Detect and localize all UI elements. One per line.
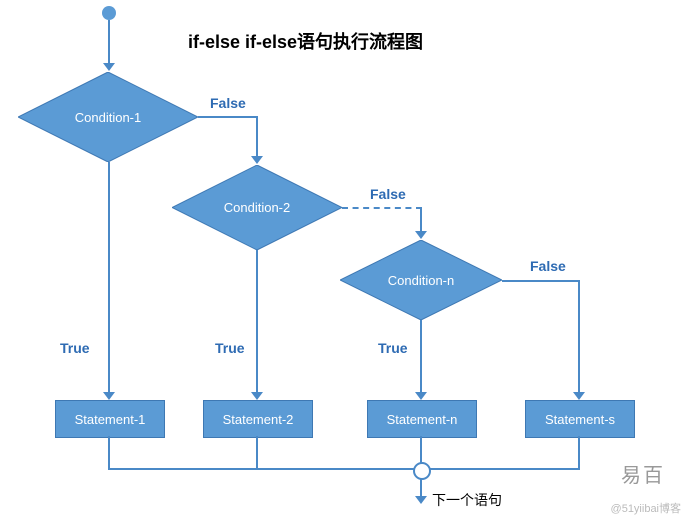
connector <box>420 320 422 394</box>
connector <box>198 116 258 118</box>
flowchart-canvas: if-else if-else语句执行流程图 Condition-1 False… <box>0 0 685 518</box>
connector <box>578 280 580 394</box>
arrow-down-icon <box>103 63 115 71</box>
arrow-down-icon <box>573 392 585 400</box>
arrow-down-icon <box>251 156 263 164</box>
true-label: True <box>215 340 245 356</box>
arrow-down-icon <box>415 231 427 239</box>
connector <box>108 162 110 394</box>
connector-dashed <box>342 207 422 209</box>
connector <box>256 116 258 158</box>
arrow-down-icon <box>415 496 427 504</box>
statement-n-node: Statement-n <box>367 400 477 438</box>
condition-n-label: Condition-n <box>388 273 455 288</box>
connector <box>256 436 258 470</box>
arrow-down-icon <box>415 392 427 400</box>
start-node <box>102 6 116 20</box>
connector <box>108 436 110 470</box>
url-watermark: @51yiibai博客 <box>611 500 681 516</box>
true-label: True <box>378 340 408 356</box>
condition-2-node: Condition-2 <box>172 165 342 250</box>
arrow-down-icon <box>251 392 263 400</box>
statement-1-node: Statement-1 <box>55 400 165 438</box>
connector <box>578 436 580 470</box>
condition-1-label: Condition-1 <box>75 110 142 125</box>
connector <box>502 280 580 282</box>
connector <box>420 207 422 233</box>
statement-s-node: Statement-s <box>525 400 635 438</box>
condition-n-node: Condition-n <box>340 240 502 320</box>
brand-watermark: 易百 <box>621 459 665 488</box>
condition-1-node: Condition-1 <box>18 72 198 162</box>
true-label: True <box>60 340 90 356</box>
diagram-title: if-else if-else语句执行流程图 <box>188 28 423 54</box>
connector <box>256 250 258 394</box>
connector <box>420 478 422 498</box>
arrow-down-icon <box>103 392 115 400</box>
false-label: False <box>210 95 246 111</box>
false-label: False <box>370 186 406 202</box>
next-statement-label: 下一个语句 <box>432 490 502 510</box>
connector <box>108 20 110 65</box>
statement-2-node: Statement-2 <box>203 400 313 438</box>
condition-2-label: Condition-2 <box>224 200 291 215</box>
false-label: False <box>530 258 566 274</box>
connector <box>108 468 580 470</box>
merge-node <box>413 462 431 480</box>
